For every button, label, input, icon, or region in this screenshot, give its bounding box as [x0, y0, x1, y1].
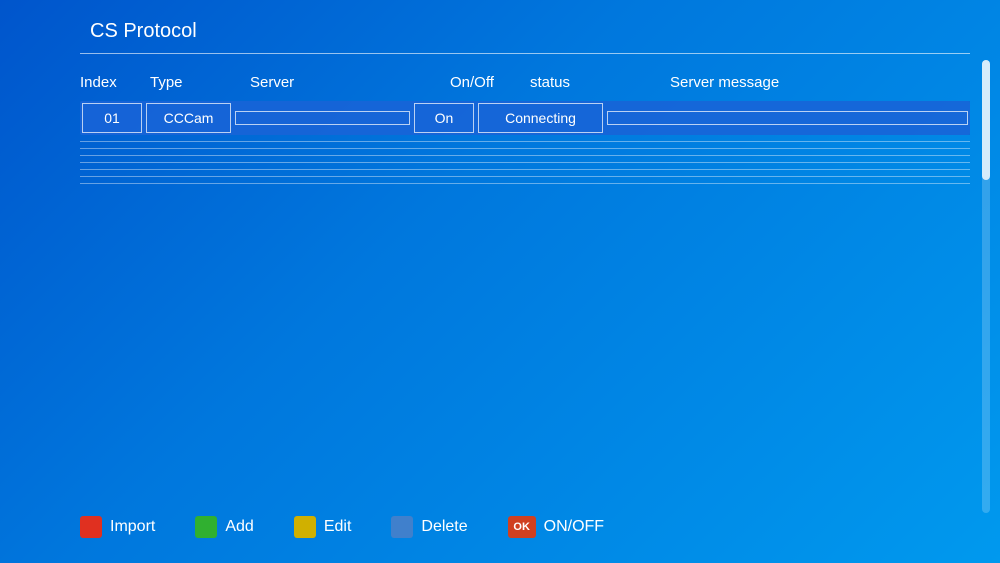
- add-button[interactable]: Add: [195, 516, 253, 538]
- col-header-type: Type: [150, 74, 250, 91]
- divider-row-2: [80, 141, 970, 142]
- divider-row-6: [80, 169, 970, 170]
- scrollbar-thumb: [982, 60, 990, 180]
- onoff-button[interactable]: OK ON/OFF: [508, 516, 604, 538]
- cell-message-1: [607, 111, 968, 125]
- cell-index-1: 01: [82, 103, 142, 133]
- edit-icon: [294, 516, 316, 538]
- add-icon: [195, 516, 217, 538]
- delete-icon: [391, 516, 413, 538]
- divider-row-5: [80, 162, 970, 163]
- col-header-status: status: [530, 74, 670, 91]
- col-header-server: Server: [250, 74, 450, 91]
- page-title: CS Protocol: [80, 20, 197, 42]
- cell-server-1: [235, 111, 410, 125]
- delete-button[interactable]: Delete: [391, 516, 467, 538]
- table-container: Index Type Server On/Off status Server m…: [80, 69, 970, 184]
- col-header-message: Server message: [670, 74, 970, 91]
- ok-icon: OK: [508, 516, 536, 538]
- footer: Import Add Edit Delete OK ON/OFF: [80, 516, 970, 538]
- divider-row-7: [80, 176, 970, 177]
- edit-label: Edit: [324, 518, 352, 536]
- cell-status-1: Connecting: [478, 103, 603, 133]
- divider-row-3: [80, 148, 970, 149]
- row-selected-bg: 01 CCCam On Connecting: [80, 101, 970, 135]
- divider-row-8: [80, 183, 970, 184]
- table-row[interactable]: 01 CCCam On Connecting: [80, 101, 970, 135]
- import-button[interactable]: Import: [80, 516, 155, 538]
- divider-row-4: [80, 155, 970, 156]
- col-header-onoff: On/Off: [450, 74, 530, 91]
- table-header: Index Type Server On/Off status Server m…: [80, 69, 970, 96]
- add-label: Add: [225, 518, 253, 536]
- col-header-index: Index: [80, 74, 150, 91]
- import-label: Import: [110, 518, 155, 536]
- onoff-label: ON/OFF: [544, 518, 604, 536]
- cell-type-1: CCCam: [146, 103, 231, 133]
- page-container: CS Protocol Index Type Server On/Off sta…: [0, 0, 1000, 563]
- title-bar: CS Protocol: [80, 20, 970, 54]
- edit-button[interactable]: Edit: [294, 516, 352, 538]
- delete-label: Delete: [421, 518, 467, 536]
- scrollbar[interactable]: [982, 60, 990, 513]
- import-icon: [80, 516, 102, 538]
- cell-onoff-1: On: [414, 103, 474, 133]
